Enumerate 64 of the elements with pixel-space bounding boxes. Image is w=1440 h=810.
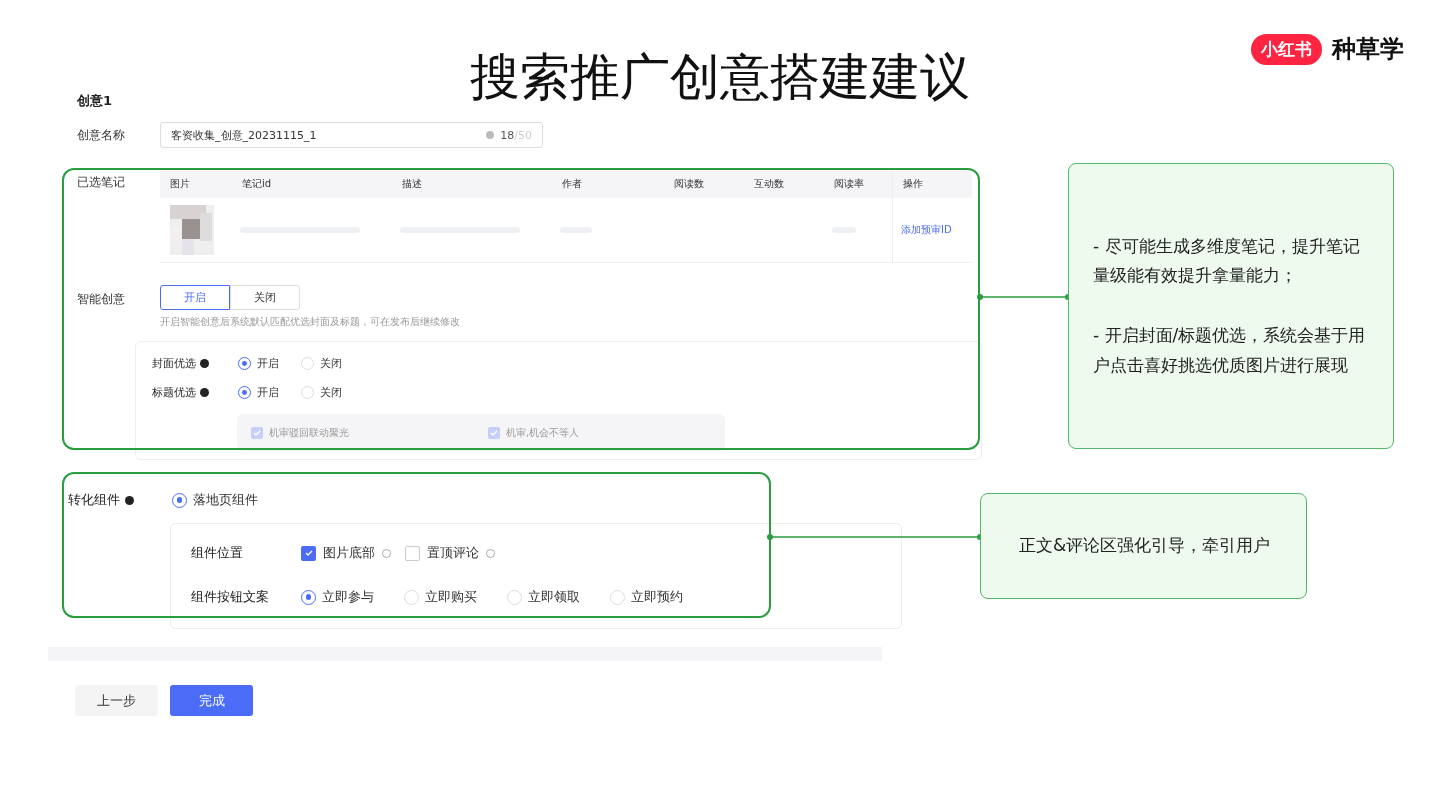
column-header: 互动数 — [744, 170, 824, 198]
column-header: 描述 — [392, 170, 552, 198]
radio-option[interactable]: 立即预约 — [610, 588, 683, 606]
callout-text: - 尽可能生成多维度笔记，提升笔记量级能有效提升拿量能力； — [1093, 234, 1361, 288]
radio-label: 关闭 — [320, 385, 342, 400]
radio-label: 立即领取 — [528, 588, 580, 606]
field-label: 已选笔记 — [77, 174, 126, 191]
column-header: 作者 — [552, 170, 664, 198]
name-input-field[interactable]: 客资收集_创意_20231115_1 18/50 — [160, 122, 543, 148]
radio-label: 落地页组件 — [193, 491, 258, 509]
radio-label: 立即预约 — [631, 588, 683, 606]
checkbox-label: 机审驳回联动聚光 — [269, 425, 349, 440]
radio-label: 关闭 — [320, 356, 342, 371]
radio-label: 立即购买 — [425, 588, 477, 606]
field-label: 组件位置 — [191, 544, 244, 562]
checkbox[interactable] — [405, 545, 420, 561]
clear-icon[interactable] — [486, 131, 495, 139]
check-icon — [304, 549, 313, 557]
radio-option[interactable]: 立即购买 — [404, 588, 477, 606]
info-icon[interactable] — [200, 359, 209, 368]
radio-option[interactable]: 立即参与 — [301, 588, 374, 606]
column-header: 阅读数 — [664, 170, 744, 198]
check-icon — [253, 428, 261, 437]
callout-text: 正文&评论区强化引导，牵引用户 — [1019, 534, 1272, 558]
field-label: 组件按钮文案 — [191, 588, 270, 606]
char-max: /50 — [514, 128, 532, 142]
input-value: 客资收集_创意_20231115_1 — [171, 127, 318, 143]
radio-option[interactable]: 开启 — [238, 356, 279, 371]
logo-text: 种草学 — [1332, 34, 1404, 65]
option-label: 标题优选 — [152, 385, 196, 400]
logo-badge: 小红书 — [1251, 33, 1322, 65]
field-label: 创意名称 — [77, 126, 126, 144]
toggle-option[interactable]: 开启 — [160, 285, 230, 310]
section-title: 创意1 — [77, 92, 114, 110]
radio-label: 立即参与 — [322, 588, 374, 606]
column-header: 操作 — [892, 170, 972, 198]
checkbox-label: 图片底部 — [323, 544, 375, 562]
field-label: 转化组件 — [68, 491, 120, 509]
radio-option[interactable]: 关闭 — [301, 356, 342, 371]
char-count: 18 — [500, 128, 515, 142]
back-button[interactable]: 上一步 — [75, 685, 158, 716]
checkbox-label: 置顶评论 — [427, 544, 479, 562]
checkbox[interactable] — [301, 545, 316, 561]
slide-title: 搜索推广创意搭建建议 — [470, 47, 970, 108]
checkbox-label: 机审,机会不等人 — [506, 425, 580, 440]
radio-option[interactable]: 立即领取 — [507, 588, 580, 606]
radio-option[interactable]: 关闭 — [301, 385, 342, 400]
column-header: 阅读率 — [824, 170, 892, 198]
info-icon[interactable] — [200, 388, 209, 397]
toggle-option[interactable]: 关闭 — [230, 285, 300, 310]
field-label: 智能创意 — [77, 291, 126, 308]
radio-label: 开启 — [257, 356, 279, 371]
radio-label: 开启 — [257, 385, 279, 400]
column-header: 笔记id — [232, 170, 392, 198]
radio-option[interactable]: 开启 — [238, 385, 279, 400]
finish-button[interactable]: 完成 — [170, 685, 253, 716]
info-icon[interactable] — [125, 495, 134, 505]
option-label: 封面优选 — [152, 356, 196, 371]
add-review-id-link[interactable]: 添加预审ID — [901, 223, 952, 237]
hint-text: 开启智能创意后系统默认匹配优选封面及标题，可在发布后继续修改 — [160, 315, 460, 329]
callout-text: - 开启封面/标题优选，系统会基于用户点击喜好挑选优质图片进行展现 — [1093, 324, 1367, 377]
radio-option[interactable]: 落地页组件 — [172, 491, 258, 509]
column-header: 图片 — [160, 170, 232, 198]
check-icon — [490, 428, 498, 437]
